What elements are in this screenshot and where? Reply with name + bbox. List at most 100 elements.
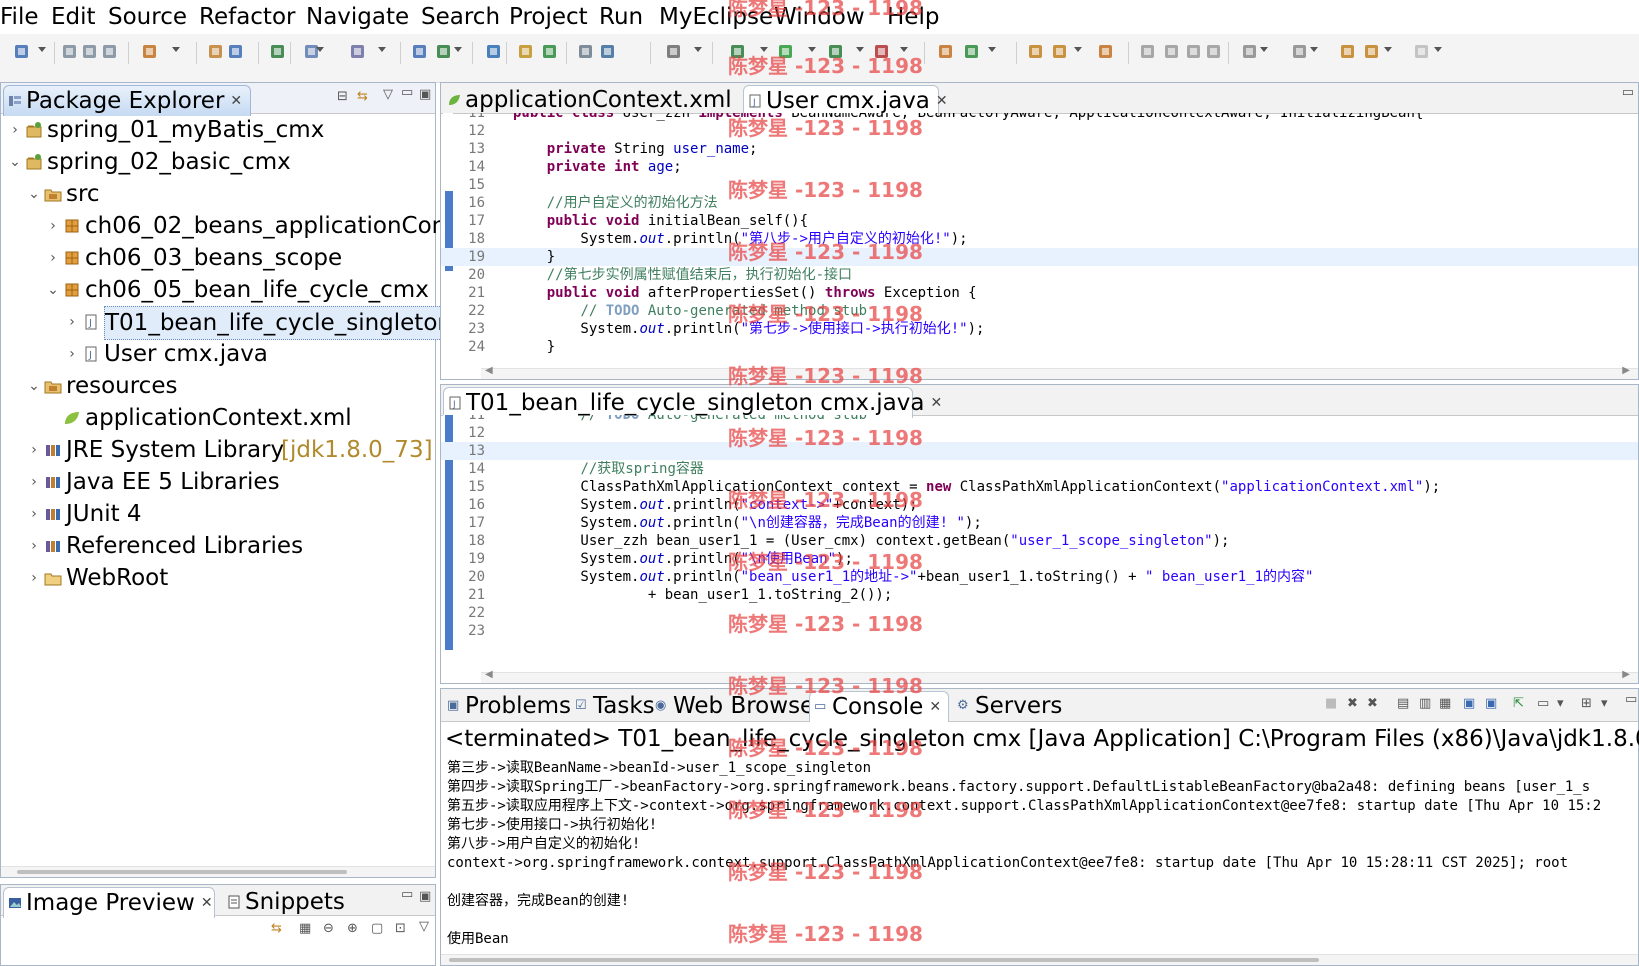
tree-item[interactable]: ⌄ src: [1, 178, 435, 210]
menu-search[interactable]: Search: [421, 2, 500, 32]
tree-item[interactable]: ⌄ ch06_05_bean_life_cycle_cmx: [1, 274, 435, 306]
code-line[interactable]: 13: [441, 442, 1638, 460]
chevron-down-icon[interactable]: ⌄: [26, 178, 42, 210]
chevron-right-icon[interactable]: ›: [26, 498, 42, 530]
show-stdout-icon[interactable]: ▣: [1463, 696, 1475, 711]
code-line[interactable]: 16 System.out.println("context->"+contex…: [441, 496, 1638, 514]
tree-item[interactable]: ⌄ resources: [1, 370, 435, 402]
chevron-down-icon[interactable]: [316, 47, 324, 52]
sync-icon[interactable]: ⇆: [271, 921, 282, 936]
close-icon[interactable]: ✕: [230, 93, 242, 109]
console-output[interactable]: 第三步->读取BeanName->beanId->user_1_scope_si…: [441, 759, 1638, 953]
minimize-icon[interactable]: ▭: [1622, 85, 1634, 100]
tree-item[interactable]: › Referenced Libraries: [1, 530, 435, 562]
code-line[interactable]: 21 public void afterPropertiesSet() thro…: [441, 284, 1638, 302]
code-line[interactable]: 14 //获取spring容器: [441, 460, 1638, 478]
tab-image-preview[interactable]: Image Preview ✕: [3, 887, 215, 918]
run-icon[interactable]: [776, 42, 796, 62]
next-annotation-icon[interactable]: [1240, 42, 1260, 62]
last-edit-icon[interactable]: [1338, 42, 1358, 62]
chevron-down-icon[interactable]: [808, 47, 816, 52]
prev-annotation-icon[interactable]: [1290, 42, 1310, 62]
open-console-icon[interactable]: ⊞: [1581, 696, 1592, 711]
tab-snippets[interactable]: Snippets: [223, 887, 353, 917]
chevron-down-icon[interactable]: ▾: [1601, 696, 1608, 711]
chevron-down-icon[interactable]: [760, 47, 768, 52]
menu-window[interactable]: Window: [774, 2, 865, 32]
chevron-down-icon[interactable]: [900, 47, 908, 52]
run-ext-icon[interactable]: [826, 42, 846, 62]
tree-item[interactable]: › J T01_bean_life_cycle_singleton_: [1, 306, 469, 340]
pin-icon[interactable]: [1138, 42, 1158, 62]
link-editor-icon[interactable]: ⇆: [357, 89, 368, 104]
view-menu-icon[interactable]: ▽: [419, 919, 429, 934]
close-icon[interactable]: ✕: [930, 395, 942, 411]
tree-item[interactable]: applicationContext.xml: [1, 402, 435, 434]
project-icon[interactable]: [576, 42, 596, 62]
format-icon[interactable]: [1184, 42, 1204, 62]
tab-problems[interactable]: ▣ Problems: [443, 691, 571, 721]
code-line[interactable]: 23 System.out.println("第七步->使用接口->执行初始化!…: [441, 320, 1638, 338]
code-line[interactable]: 23: [441, 622, 1638, 640]
code-line[interactable]: 22: [441, 604, 1638, 622]
open-resource-icon[interactable]: [434, 42, 454, 62]
chevron-right-icon[interactable]: ›: [64, 306, 80, 338]
chevron-down-icon[interactable]: [1074, 47, 1082, 52]
terminate-icon[interactable]: ■: [1325, 696, 1337, 711]
zoom-in-icon[interactable]: ⊕: [347, 921, 358, 936]
wand-icon[interactable]: [1050, 42, 1070, 62]
folder-icon[interactable]: [516, 42, 536, 62]
editor-hscrollbar[interactable]: ◀ ▶: [481, 365, 1638, 379]
code-line[interactable]: 18 User_zzh bean_user1_1 = (User_cmx) co…: [441, 532, 1638, 550]
fit-window-icon[interactable]: ⊡: [395, 921, 406, 936]
chevron-down-icon[interactable]: [1384, 47, 1392, 52]
tab-servers[interactable]: ⚙ Servers: [953, 691, 1077, 721]
chevron-down-icon[interactable]: ⌄: [7, 146, 23, 178]
code-area[interactable]: 11 public class User_zzh implements BeanN…: [441, 113, 1638, 365]
run-config-icon[interactable]: [598, 42, 618, 62]
code-line[interactable]: 19 }: [441, 248, 1638, 266]
chevron-right-icon[interactable]: ›: [45, 242, 61, 274]
chevron-right-icon[interactable]: ›: [26, 530, 42, 562]
coverage-icon[interactable]: [872, 42, 892, 62]
minimize-icon[interactable]: ▭: [401, 887, 413, 902]
chevron-down-icon[interactable]: [172, 47, 180, 52]
chevron-right-icon[interactable]: ›: [64, 338, 80, 370]
tree-item[interactable]: ⌄ spring_02_basic_cmx: [1, 146, 435, 178]
chevron-down-icon[interactable]: [454, 47, 462, 52]
chevron-down-icon[interactable]: ⌄: [45, 274, 61, 306]
chevron-right-icon[interactable]: ›: [26, 466, 42, 498]
code-line[interactable]: 13 private String user_name;: [441, 140, 1638, 158]
remove-launch-icon[interactable]: ✖: [1347, 696, 1358, 711]
chevron-down-icon[interactable]: [856, 47, 864, 52]
menu-myeclipse[interactable]: MyEclipse: [659, 2, 773, 32]
collapse-all-icon[interactable]: ⊟: [337, 89, 348, 104]
code-line[interactable]: 22 // TODO Auto-generated method stub: [441, 302, 1638, 320]
zoom-out-icon[interactable]: ⊖: [323, 921, 334, 936]
pencil-icon[interactable]: [1162, 42, 1182, 62]
tree-item[interactable]: › J User cmx.java: [1, 338, 435, 370]
chevron-down-icon[interactable]: ▾: [1557, 696, 1564, 711]
tab-t01-singleton-java[interactable]: J T01_bean_life_cycle_singleton cmx.java…: [443, 387, 942, 418]
debug-icon[interactable]: [728, 42, 748, 62]
code-line[interactable]: 18 System.out.println("第八步->用户自定义的初始化!")…: [441, 230, 1638, 248]
chevron-right-icon[interactable]: ›: [26, 434, 42, 466]
chevron-right-icon[interactable]: ›: [26, 562, 42, 594]
menu-project[interactable]: Project: [509, 2, 588, 32]
globe-icon[interactable]: [484, 42, 504, 62]
code-line[interactable]: 11 // TODO Auto-generated method stub: [441, 415, 1638, 424]
clear-console-icon[interactable]: ▤: [1397, 696, 1409, 711]
forward-icon[interactable]: [1412, 42, 1432, 62]
close-icon[interactable]: ✕: [929, 699, 941, 715]
console-hscrollbar[interactable]: [441, 954, 1638, 965]
fit-icon[interactable]: ▦: [299, 921, 311, 936]
code-line[interactable]: 11 public class User_zzh implements BeanN…: [441, 113, 1638, 122]
view-menu-icon[interactable]: ▽: [383, 87, 393, 102]
maximize-icon[interactable]: ▣: [419, 889, 431, 904]
code-line[interactable]: 15: [441, 176, 1638, 194]
tree-item[interactable]: › JRE System Library [jdk1.8.0_73]: [1, 434, 435, 466]
refresh-green-icon[interactable]: [962, 42, 982, 62]
camera-icon[interactable]: [664, 42, 684, 62]
minimize-icon[interactable]: ▭: [1625, 692, 1637, 707]
scroll-lock-icon[interactable]: ▥: [1419, 696, 1431, 711]
